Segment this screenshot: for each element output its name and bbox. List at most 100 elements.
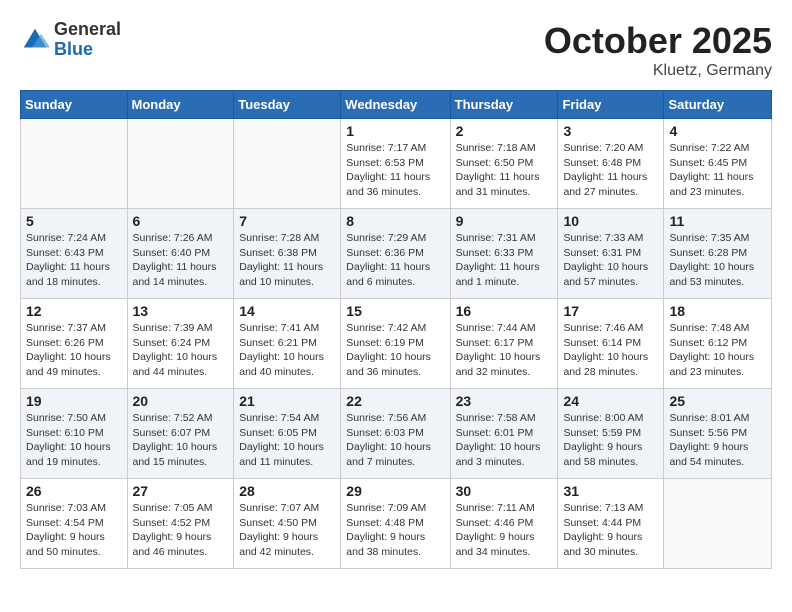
day-number: 20	[133, 393, 229, 409]
day-number: 6	[133, 213, 229, 229]
day-info: Sunrise: 7:18 AM Sunset: 6:50 PM Dayligh…	[456, 141, 553, 200]
calendar-cell: 16Sunrise: 7:44 AM Sunset: 6:17 PM Dayli…	[450, 299, 558, 389]
calendar-cell	[234, 119, 341, 209]
calendar-cell: 7 Sunrise: 7:28 AM Sunset: 6:38 PM Daylig…	[234, 209, 341, 299]
calendar-cell: 1 Sunrise: 7:17 AM Sunset: 6:53 PM Daylig…	[341, 119, 450, 209]
day-number: 13	[133, 303, 229, 319]
calendar-cell: 12 Sunrise: 7:37 AM Sunset: 6:26 PM Dayli…	[21, 299, 128, 389]
day-number: 25	[669, 393, 766, 409]
day-info: Sunrise: 7:54 AM Sunset: 6:05 PM Dayligh…	[239, 411, 335, 470]
day-number: 1	[346, 123, 444, 139]
day-number: 2	[456, 123, 553, 139]
day-number: 12	[26, 303, 122, 319]
day-info: Sunrise: 8:01 AM Sunset: 5:56 PM Dayligh…	[669, 411, 766, 470]
day-number: 3	[563, 123, 658, 139]
day-info: Sunrise: 7:42 AM Sunset: 6:19 PM Dayligh…	[346, 321, 444, 380]
day-info: Sunrise: 7:37 AM Sunset: 6:26 PM Dayligh…	[26, 321, 122, 380]
calendar-cell: 10 Sunrise: 7:33 AM Sunset: 6:31 PM Dayli…	[558, 209, 664, 299]
day-info: Sunrise: 7:24 AM Sunset: 6:43 PM Dayligh…	[26, 231, 122, 290]
title-area: October 2025 Kluetz, Germany	[544, 20, 772, 80]
weekday-header: Monday	[127, 91, 234, 119]
day-number: 23	[456, 393, 553, 409]
day-info: Sunrise: 7:17 AM Sunset: 6:53 PM Dayligh…	[346, 141, 444, 200]
day-info: Sunrise: 7:05 AM Sunset: 4:52 PM Dayligh…	[133, 501, 229, 560]
calendar-cell: 31 Sunrise: 7:13 AM Sunset: 4:44 PM Dayli…	[558, 479, 664, 569]
day-info: Sunrise: 7:13 AM Sunset: 4:44 PM Dayligh…	[563, 501, 658, 560]
calendar-cell: 6Sunrise: 7:26 AM Sunset: 6:40 PM Daylig…	[127, 209, 234, 299]
day-number: 30	[456, 483, 553, 499]
logo-icon	[20, 25, 50, 55]
weekday-header: Tuesday	[234, 91, 341, 119]
calendar-cell: 26Sunrise: 7:03 AM Sunset: 4:54 PM Dayli…	[21, 479, 128, 569]
calendar-cell: 23 Sunrise: 7:58 AM Sunset: 6:01 PM Dayli…	[450, 389, 558, 479]
page-header: General Blue October 2025 Kluetz, German…	[20, 20, 772, 80]
calendar-cell	[664, 479, 772, 569]
calendar: SundayMondayTuesdayWednesdayThursdayFrid…	[20, 90, 772, 569]
day-number: 10	[563, 213, 658, 229]
day-info: Sunrise: 7:20 AM Sunset: 6:48 PM Dayligh…	[563, 141, 658, 200]
day-info: Sunrise: 7:58 AM Sunset: 6:01 PM Dayligh…	[456, 411, 553, 470]
calendar-cell: 11Sunrise: 7:35 AM Sunset: 6:28 PM Dayli…	[664, 209, 772, 299]
day-info: Sunrise: 7:50 AM Sunset: 6:10 PM Dayligh…	[26, 411, 122, 470]
day-info: Sunrise: 7:29 AM Sunset: 6:36 PM Dayligh…	[346, 231, 444, 290]
calendar-cell: 28 Sunrise: 7:07 AM Sunset: 4:50 PM Dayli…	[234, 479, 341, 569]
weekday-header: Saturday	[664, 91, 772, 119]
day-info: Sunrise: 7:09 AM Sunset: 4:48 PM Dayligh…	[346, 501, 444, 560]
day-number: 21	[239, 393, 335, 409]
weekday-header-row: SundayMondayTuesdayWednesdayThursdayFrid…	[21, 91, 772, 119]
calendar-cell: 30Sunrise: 7:11 AM Sunset: 4:46 PM Dayli…	[450, 479, 558, 569]
logo: General Blue	[20, 20, 121, 60]
calendar-week-row: 12 Sunrise: 7:37 AM Sunset: 6:26 PM Dayli…	[21, 299, 772, 389]
day-number: 5	[26, 213, 122, 229]
day-number: 17	[563, 303, 658, 319]
day-number: 14	[239, 303, 335, 319]
day-info: Sunrise: 7:07 AM Sunset: 4:50 PM Dayligh…	[239, 501, 335, 560]
calendar-cell: 13 Sunrise: 7:39 AM Sunset: 6:24 PM Dayli…	[127, 299, 234, 389]
day-info: Sunrise: 7:35 AM Sunset: 6:28 PM Dayligh…	[669, 231, 766, 290]
calendar-cell: 21 Sunrise: 7:54 AM Sunset: 6:05 PM Dayli…	[234, 389, 341, 479]
day-info: Sunrise: 7:33 AM Sunset: 6:31 PM Dayligh…	[563, 231, 658, 290]
weekday-header: Friday	[558, 91, 664, 119]
logo-general: General	[54, 19, 121, 39]
day-info: Sunrise: 7:28 AM Sunset: 6:38 PM Dayligh…	[239, 231, 335, 290]
day-number: 29	[346, 483, 444, 499]
calendar-week-row: 1 Sunrise: 7:17 AM Sunset: 6:53 PM Daylig…	[21, 119, 772, 209]
calendar-cell	[127, 119, 234, 209]
day-number: 22	[346, 393, 444, 409]
day-info: Sunrise: 7:56 AM Sunset: 6:03 PM Dayligh…	[346, 411, 444, 470]
calendar-cell: 15 Sunrise: 7:42 AM Sunset: 6:19 PM Dayli…	[341, 299, 450, 389]
day-info: Sunrise: 7:41 AM Sunset: 6:21 PM Dayligh…	[239, 321, 335, 380]
calendar-cell: 20 Sunrise: 7:52 AM Sunset: 6:07 PM Dayli…	[127, 389, 234, 479]
day-number: 27	[133, 483, 229, 499]
weekday-header: Sunday	[21, 91, 128, 119]
day-info: Sunrise: 7:48 AM Sunset: 6:12 PM Dayligh…	[669, 321, 766, 380]
day-number: 19	[26, 393, 122, 409]
day-number: 7	[239, 213, 335, 229]
calendar-cell: 27 Sunrise: 7:05 AM Sunset: 4:52 PM Dayli…	[127, 479, 234, 569]
weekday-header: Thursday	[450, 91, 558, 119]
day-number: 15	[346, 303, 444, 319]
day-number: 26	[26, 483, 122, 499]
calendar-cell: 2 Sunrise: 7:18 AM Sunset: 6:50 PM Daylig…	[450, 119, 558, 209]
calendar-cell: 25 Sunrise: 8:01 AM Sunset: 5:56 PM Dayli…	[664, 389, 772, 479]
day-number: 24	[563, 393, 658, 409]
calendar-cell: 3 Sunrise: 7:20 AM Sunset: 6:48 PM Daylig…	[558, 119, 664, 209]
calendar-cell: 22 Sunrise: 7:56 AM Sunset: 6:03 PM Dayli…	[341, 389, 450, 479]
calendar-cell: 17 Sunrise: 7:46 AM Sunset: 6:14 PM Dayli…	[558, 299, 664, 389]
calendar-cell: 18Sunrise: 7:48 AM Sunset: 6:12 PM Dayli…	[664, 299, 772, 389]
day-info: Sunrise: 7:31 AM Sunset: 6:33 PM Dayligh…	[456, 231, 553, 290]
calendar-cell: 29 Sunrise: 7:09 AM Sunset: 4:48 PM Dayli…	[341, 479, 450, 569]
calendar-cell: 19 Sunrise: 7:50 AM Sunset: 6:10 PM Dayli…	[21, 389, 128, 479]
calendar-week-row: 26Sunrise: 7:03 AM Sunset: 4:54 PM Dayli…	[21, 479, 772, 569]
day-info: Sunrise: 7:39 AM Sunset: 6:24 PM Dayligh…	[133, 321, 229, 380]
day-number: 28	[239, 483, 335, 499]
day-number: 9	[456, 213, 553, 229]
weekday-header: Wednesday	[341, 91, 450, 119]
day-info: Sunrise: 7:22 AM Sunset: 6:45 PM Dayligh…	[669, 141, 766, 200]
calendar-cell: 8Sunrise: 7:29 AM Sunset: 6:36 PM Daylig…	[341, 209, 450, 299]
day-number: 31	[563, 483, 658, 499]
day-info: Sunrise: 7:46 AM Sunset: 6:14 PM Dayligh…	[563, 321, 658, 380]
day-number: 16	[456, 303, 553, 319]
day-info: Sunrise: 7:52 AM Sunset: 6:07 PM Dayligh…	[133, 411, 229, 470]
logo-blue: Blue	[54, 39, 93, 59]
